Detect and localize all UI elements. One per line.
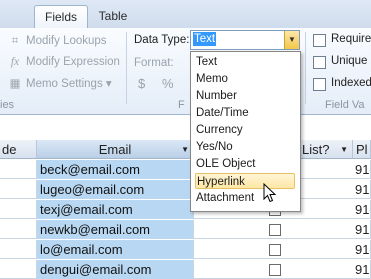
chevron-down-icon[interactable]: ▼: [284, 31, 299, 49]
dropdown-item-date-time[interactable]: Date/Time: [195, 105, 295, 121]
group-divider: [305, 32, 306, 104]
table-row[interactable]: texj@email.com 91: [0, 200, 371, 219]
tab-fields[interactable]: Fields: [34, 5, 88, 29]
code-cell[interactable]: [0, 160, 37, 179]
ribbon-panel: ⌗ Modify Lookups fx Modify Expression ▦ Mem…: [0, 28, 371, 115]
list-header-label: List?: [302, 142, 330, 157]
list-checkbox[interactable]: [269, 244, 281, 256]
column-header-phone[interactable]: Pl: [353, 140, 371, 159]
code-cell[interactable]: [0, 260, 37, 279]
email-header-label: Email: [98, 142, 132, 157]
list-checkbox[interactable]: [269, 224, 281, 236]
group-label-field-validation: Field Va: [325, 99, 365, 111]
lookup-icon: ⌗: [11, 35, 19, 47]
code-cell[interactable]: [0, 240, 37, 259]
dropdown-item-ole-object[interactable]: OLE Object: [195, 156, 295, 172]
dropdown-item-memo[interactable]: Memo: [195, 71, 295, 87]
phone-cell[interactable]: 91: [353, 240, 371, 259]
table-row[interactable]: lo@email.com 91: [0, 240, 371, 259]
group-label-properties: ies: [0, 99, 15, 111]
phone-cell[interactable]: 91: [353, 180, 371, 199]
modify-expression-button[interactable]: fx Modify Expression: [8, 53, 120, 71]
dropdown-item-hyperlink[interactable]: Hyperlink: [195, 173, 295, 189]
list-checkbox[interactable]: [269, 264, 281, 276]
group-label-formatting: F: [178, 99, 185, 111]
mouse-cursor-icon: [263, 183, 277, 203]
data-type-value: Text: [193, 32, 217, 46]
memo-settings-label: Memo Settings: [26, 78, 103, 90]
phone-cell[interactable]: 91: [353, 220, 371, 239]
chevron-down-icon: ▾: [105, 78, 112, 90]
phone-cell[interactable]: 91: [353, 160, 371, 179]
email-cell[interactable]: lugeo@email.com: [37, 180, 194, 199]
percent-format-button[interactable]: %: [162, 75, 174, 93]
table-row[interactable]: beck@email.com 91: [0, 160, 371, 179]
required-label: Require: [331, 33, 371, 45]
code-cell[interactable]: [0, 220, 37, 239]
required-checkbox[interactable]: [313, 34, 326, 47]
modify-lookups-label: Modify Lookups: [26, 35, 107, 47]
data-type-combo[interactable]: Text ▼: [190, 30, 300, 50]
dropdown-item-number[interactable]: Number: [195, 88, 295, 104]
ribbon-tab-bar: Fields Table: [0, 0, 371, 29]
unique-label: Unique: [331, 55, 368, 67]
data-type-label: Data Type:: [134, 34, 190, 46]
email-cell[interactable]: dengui@email.com: [37, 260, 194, 279]
email-cell[interactable]: texj@email.com: [37, 200, 194, 219]
data-type-dropdown-list: Text Memo Number Date/Time Currency Yes/…: [190, 51, 301, 212]
phone-cell[interactable]: 91: [353, 260, 371, 279]
unique-checkbox[interactable]: [313, 56, 326, 69]
indexed-checkbox[interactable]: [313, 78, 326, 91]
code-cell[interactable]: [0, 180, 37, 199]
group-divider: [126, 32, 127, 104]
modify-expression-label: Modify Expression: [26, 56, 120, 68]
dropdown-item-yes-no[interactable]: Yes/No: [195, 139, 295, 155]
email-cell[interactable]: newkb@email.com: [37, 220, 194, 239]
dropdown-item-currency[interactable]: Currency: [195, 122, 295, 138]
sort-dropdown-icon[interactable]: ▼: [340, 140, 348, 159]
currency-format-button[interactable]: $: [138, 75, 145, 93]
dropdown-item-attachment[interactable]: Attachment: [195, 190, 295, 206]
table-row[interactable]: newkb@email.com 91: [0, 220, 371, 239]
code-cell[interactable]: [0, 200, 37, 219]
table-row[interactable]: dengui@email.com 91: [0, 260, 371, 279]
email-cell[interactable]: lo@email.com: [37, 240, 194, 259]
memo-settings-button[interactable]: ▦ Memo Settings ▾: [8, 75, 112, 93]
dropdown-item-text[interactable]: Text: [195, 54, 295, 70]
sort-dropdown-icon[interactable]: ▼: [181, 140, 189, 159]
column-header-email[interactable]: Email ▼: [37, 140, 194, 159]
indexed-label: Indexed: [331, 77, 371, 89]
function-icon: fx: [10, 56, 20, 68]
format-label: Format:: [134, 57, 174, 69]
memo-icon: ▦: [9, 78, 21, 90]
modify-lookups-button[interactable]: ⌗ Modify Lookups: [8, 32, 107, 50]
email-cell[interactable]: beck@email.com: [37, 160, 194, 179]
tab-table[interactable]: Table: [90, 5, 136, 28]
table-row[interactable]: lugeo@email.com 91: [0, 180, 371, 199]
phone-cell[interactable]: 91: [353, 200, 371, 219]
column-header-code[interactable]: de: [0, 140, 37, 159]
